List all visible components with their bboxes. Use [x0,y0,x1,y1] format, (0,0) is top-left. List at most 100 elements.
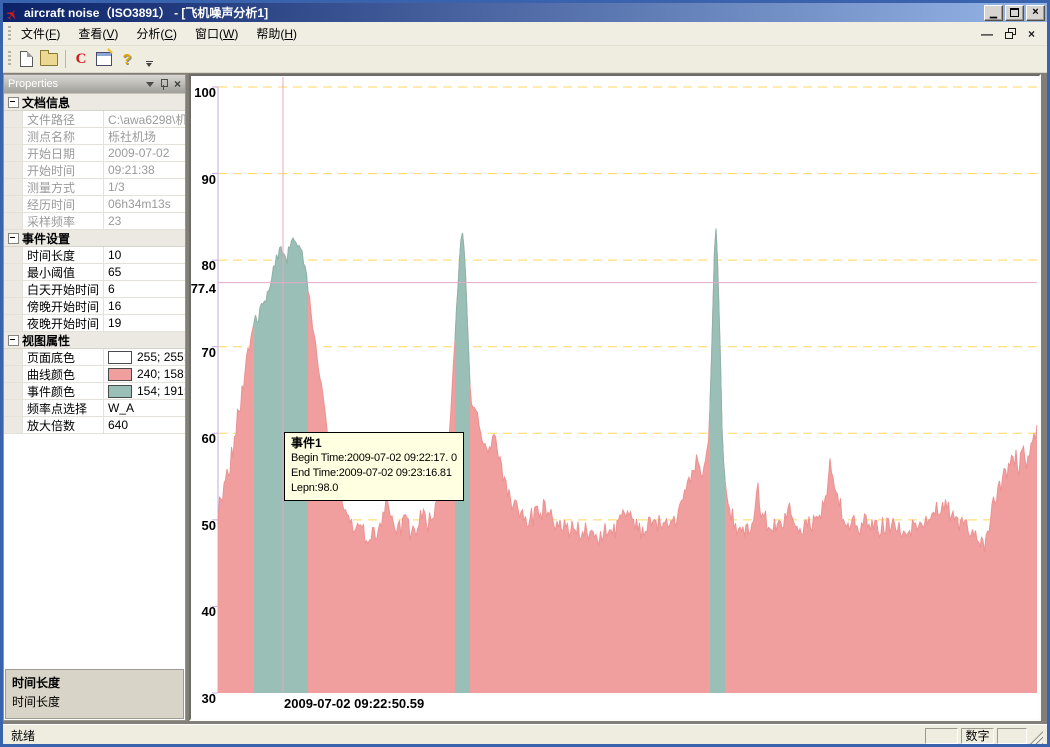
collapse-icon[interactable] [8,335,19,346]
property-row[interactable]: 曲线颜色 240; 158; 15 [4,366,185,383]
property-value[interactable]: 09:21:38 [104,163,185,177]
property-row[interactable]: 采样频率 23 [4,213,185,230]
property-label: 开始日期 [23,145,104,161]
new-file-button[interactable] [15,49,37,69]
y-tick-label: 40 [190,605,216,619]
color-swatch [108,351,132,364]
collapse-icon[interactable] [8,97,19,108]
property-label: 曲线颜色 [23,366,104,382]
properties-grid-empty-area [4,434,185,667]
toolbar: C ? [3,46,1047,73]
property-label: 夜晚开始时间 [23,315,104,331]
pin-icon[interactable] [160,79,168,90]
property-value[interactable]: 154; 191; 18 [104,384,185,398]
y-tick-label: 90 [190,173,216,187]
menu-grip-handle[interactable] [8,26,11,42]
toolbar-grip-handle[interactable] [8,51,11,67]
property-value[interactable]: C:\awa6298\机场 [104,111,185,128]
property-row[interactable]: 文件路径 C:\awa6298\机场 [4,111,185,128]
property-value[interactable]: 2009-07-02 [104,146,185,160]
color-swatch [108,385,132,398]
property-section-row[interactable]: 视图属性 [4,332,185,349]
chevron-down-icon [146,63,152,70]
property-value[interactable]: 栎社机场 [104,128,185,145]
y-tick-label: 100 [190,86,216,100]
section-title: 事件设置 [22,230,70,247]
property-row[interactable]: 最小阈值 65 [4,264,185,281]
property-label: 频率点选择 [23,400,104,416]
open-file-button[interactable] [38,49,60,69]
property-value[interactable]: 06h34m13s [104,197,185,211]
mdi-minimize-button[interactable]: — [981,28,993,40]
property-description-box: 时间长度 时间长度 [5,669,184,719]
chart-panel[interactable]: 事件1 Begin Time:2009-07-02 09:22:17. 0 En… [189,74,1041,721]
menu-analysis[interactable]: 分析(C) [130,23,183,44]
property-row[interactable]: 页面底色 255; 255; 25 [4,349,185,366]
property-row[interactable]: 时间长度 10 [4,247,185,264]
resize-grip[interactable] [1030,731,1043,744]
property-value[interactable]: 19 [104,316,185,330]
c-analysis-button[interactable]: C [70,49,92,69]
property-row[interactable]: 放大倍数 640 [4,417,185,434]
menu-file[interactable]: 文件(F) [15,23,66,44]
property-row[interactable]: 开始日期 2009-07-02 [4,145,185,162]
property-value[interactable]: 240; 158; 15 [104,367,185,381]
properties-button[interactable] [93,49,115,69]
panel-close-icon[interactable]: × [174,79,181,89]
menu-view[interactable]: 查看(V) [72,23,124,44]
app-window: ✈ aircraft noise（ISO3891） - [飞机噪声分析1] ▁ … [0,0,1050,747]
toolbar-overflow-button[interactable] [143,61,155,70]
status-bar: 就绪 数字 [3,724,1047,746]
menu-window[interactable]: 窗口(W) [189,23,244,44]
panel-menu-arrow-icon[interactable] [146,82,154,91]
property-value[interactable]: 6 [104,282,185,296]
mdi-close-button[interactable]: × [1028,28,1035,40]
y-tick-label: 30 [190,692,216,706]
property-label: 测量方式 [23,179,104,195]
window-title: aircraft noise（ISO3891） - [飞机噪声分析1] [24,4,984,21]
event-tooltip-line: End Time:2009-07-02 09:23:16.81 [291,466,457,481]
property-label: 文件路径 [23,111,104,127]
property-row[interactable]: 傍晚开始时间 16 [4,298,185,315]
property-value[interactable]: 23 [104,214,185,228]
collapse-icon[interactable] [8,233,19,244]
close-button[interactable]: × [1026,5,1045,21]
open-folder-icon [40,53,58,66]
menu-help[interactable]: 帮助(H) [250,23,303,44]
new-file-icon [20,51,33,67]
mdi-window-controls: — × [981,28,1043,40]
property-value[interactable]: 65 [104,265,185,279]
property-row[interactable]: 开始时间 09:21:38 [4,162,185,179]
property-value[interactable]: 16 [104,299,185,313]
maximize-button[interactable] [1005,5,1024,21]
y-tick-label: 70 [190,346,216,360]
property-value[interactable]: W_A [104,401,185,415]
properties-panel-header: Properties × [4,75,185,93]
property-label: 傍晚开始时间 [23,298,104,314]
window-controls: ▁ × [984,5,1045,21]
property-label: 经历时间 [23,196,104,212]
minimize-button[interactable]: ▁ [984,5,1003,21]
property-row[interactable]: 测点名称 栎社机场 [4,128,185,145]
property-value[interactable]: 1/3 [104,180,185,194]
property-section-row[interactable]: 文档信息 [4,94,185,111]
mdi-restore-button[interactable] [1005,28,1016,39]
property-row[interactable]: 白天开始时间 6 [4,281,185,298]
property-value[interactable]: 10 [104,248,185,262]
property-value[interactable]: 640 [104,418,185,432]
property-row[interactable]: 夜晚开始时间 19 [4,315,185,332]
event-region [710,229,725,693]
properties-icon [96,52,112,66]
minimize-icon: ▁ [990,9,997,18]
help-button[interactable]: ? [116,49,138,69]
menu-bar: 文件(F) 查看(V) 分析(C) 窗口(W) 帮助(H) — × [3,22,1047,46]
property-section-row[interactable]: 事件设置 [4,230,185,247]
properties-grid: 文档信息 文件路径 C:\awa6298\机场 测点名称 栎社机场 开始日期 2… [4,93,185,434]
property-value[interactable]: 255; 255; 25 [104,350,185,364]
property-row[interactable]: 经历时间 06h34m13s [4,196,185,213]
property-row[interactable]: 测量方式 1/3 [4,179,185,196]
y-tick-label: 60 [190,432,216,446]
property-row[interactable]: 事件颜色 154; 191; 18 [4,383,185,400]
property-row[interactable]: 频率点选择 W_A [4,400,185,417]
noise-chart[interactable] [191,76,1039,719]
